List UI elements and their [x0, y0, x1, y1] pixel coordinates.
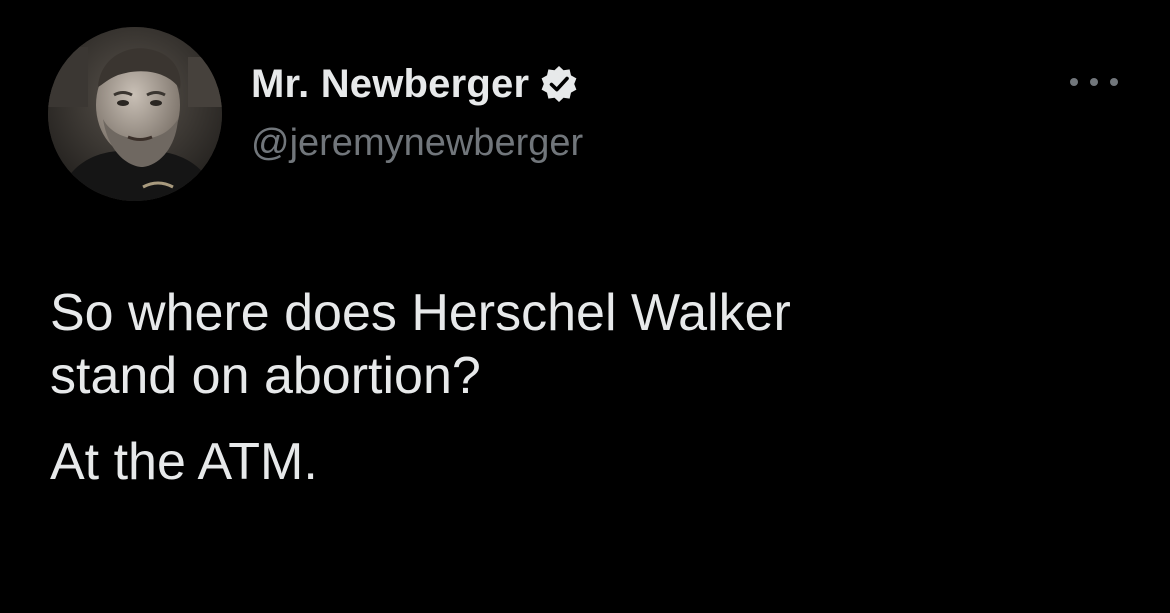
- avatar[interactable]: [48, 27, 222, 201]
- avatar-photo: [48, 27, 222, 201]
- verified-badge-icon: [539, 64, 579, 104]
- user-handle[interactable]: @jeremynewberger: [251, 122, 583, 165]
- tweet-line: stand on abortion?: [50, 347, 481, 406]
- tweet-punchline: At the ATM.: [50, 432, 318, 491]
- tweet-text: So where does Herschel Walker stand on a…: [50, 282, 1110, 494]
- author-row[interactable]: Mr. Newberger: [251, 58, 579, 110]
- tweet-card: Mr. Newberger @jeremynewberger So where …: [0, 0, 1170, 613]
- more-options-icon[interactable]: [1070, 66, 1118, 98]
- tweet-line: So where does Herschel Walker: [50, 284, 791, 342]
- more-dot: [1110, 78, 1118, 86]
- more-dot: [1090, 78, 1098, 86]
- more-dot: [1070, 78, 1078, 86]
- display-name[interactable]: Mr. Newberger: [251, 62, 529, 107]
